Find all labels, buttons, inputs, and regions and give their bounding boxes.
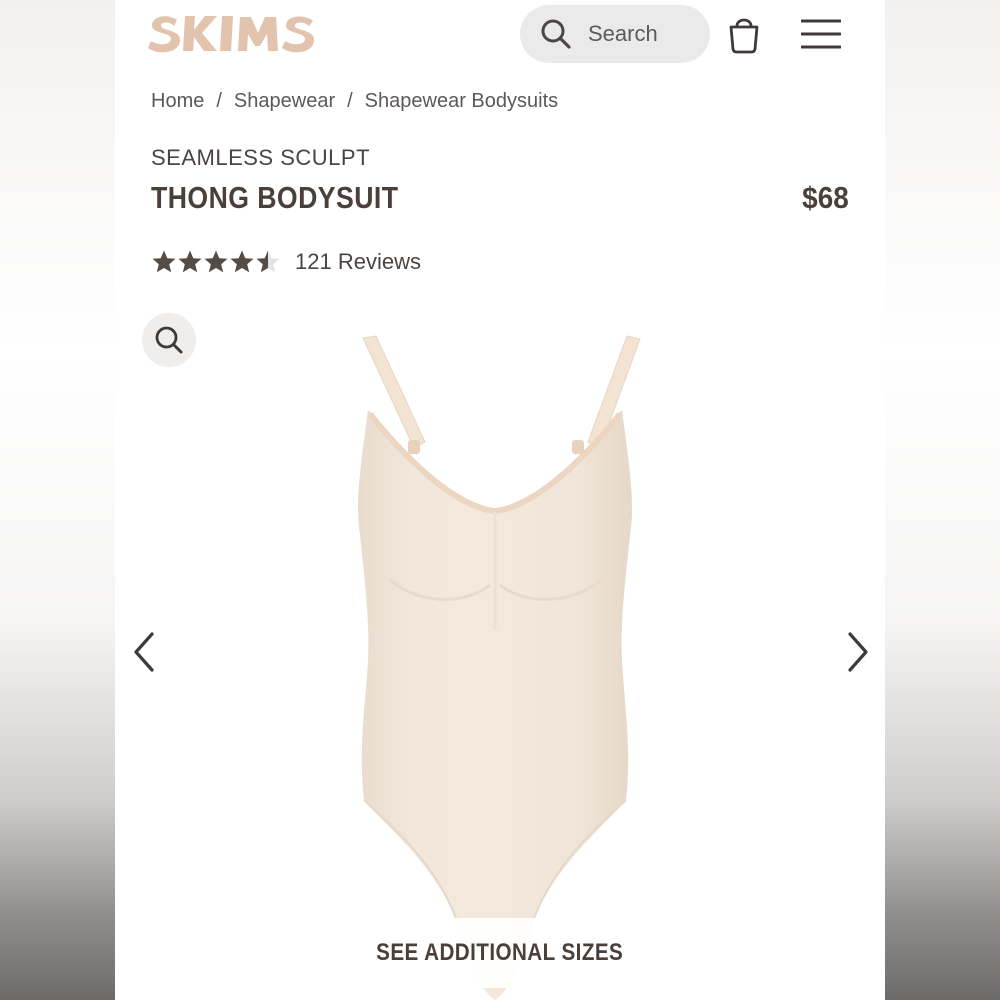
see-additional-sizes-label: SEE ADDITIONAL SIZES [376,939,624,966]
reviews-link[interactable]: 121 Reviews [295,249,421,275]
star-icon [230,250,254,273]
zoom-icon [155,326,183,354]
search-icon [541,19,571,49]
breadcrumb-shapewear[interactable]: Shapewear [234,90,335,112]
logo-mark [148,16,315,53]
see-additional-sizes-button[interactable]: SEE ADDITIONAL SIZES [350,918,650,988]
product-collection: SEAMLESS SCULPT [151,145,371,170]
breadcrumb-separator: / [347,90,353,112]
search-button[interactable]: Search [520,5,710,63]
star-icon [204,250,228,273]
star-icon [256,250,280,273]
menu-icon[interactable] [801,17,841,51]
star-icon [178,250,202,273]
breadcrumb-home[interactable]: Home [151,90,204,112]
product-price: $68 [802,180,849,215]
screenshot-backdrop: Search Home / Shapewear / Shapewear Bodysuit… [0,0,1000,1000]
zoom-button[interactable] [142,313,196,367]
product-rating[interactable]: 121 Reviews [151,249,421,275]
rating-stars [151,249,281,275]
product-title: THONG BODYSUIT [151,180,399,215]
shopping-bag-icon[interactable] [727,14,761,54]
search-label: Search [588,21,658,46]
breadcrumb-separator: / [216,90,222,112]
product-image[interactable] [330,330,660,1000]
chevron-right-icon[interactable] [842,630,872,674]
star-icon [152,250,176,273]
skims-logo[interactable] [147,12,322,54]
bodysuit-illustration [357,335,641,1000]
breadcrumb: Home / Shapewear / Shapewear Bodysuits [151,90,558,113]
mobile-page: Search Home / Shapewear / Shapewear Bodysuit… [115,0,885,1000]
breadcrumb-shapewear-bodysuits[interactable]: Shapewear Bodysuits [365,90,558,112]
chevron-left-icon[interactable] [130,630,160,674]
